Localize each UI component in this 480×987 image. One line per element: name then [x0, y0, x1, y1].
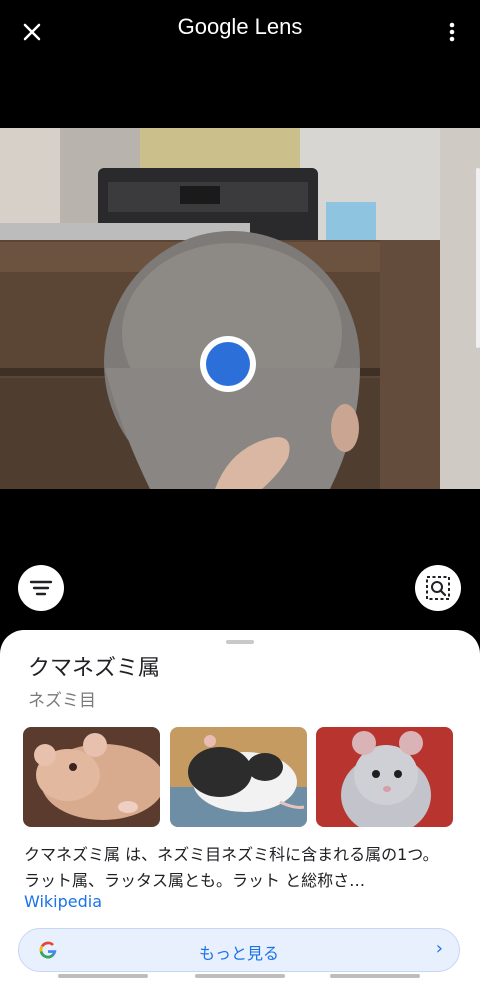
camera-viewport[interactable]	[0, 128, 480, 489]
result-title: クマネズミ属	[28, 656, 161, 681]
result-description: クマネズミ属 は、ネズミ目ネズミ科に含まれる属の1つ。ラット属、ラッタス属とも。…	[24, 845, 439, 890]
result-image-3[interactable]	[316, 727, 453, 827]
camera-image	[0, 128, 480, 489]
top-bar: Google Lens	[0, 0, 480, 64]
nav-pill-left[interactable]	[58, 974, 148, 978]
sheet-drag-handle[interactable]	[226, 640, 254, 644]
nav-pill-right[interactable]	[330, 974, 420, 978]
filter-button[interactable]	[18, 565, 64, 611]
search-shutter-button[interactable]	[200, 336, 256, 392]
more-vert-icon	[449, 22, 455, 42]
chevron-right-icon: ›	[435, 938, 443, 959]
result-image-1[interactable]	[23, 727, 160, 827]
more-options-button[interactable]	[442, 16, 462, 48]
results-sheet: クマネズミ属 ネズミ目 クマネズミ属 は、ネズミ目ネズミ科に含まれる属の1つ。ラ…	[0, 630, 480, 987]
nav-pill-center[interactable]	[195, 974, 285, 978]
rat-image	[170, 727, 307, 827]
search-region-icon	[426, 576, 450, 600]
result-image-2[interactable]	[170, 727, 307, 827]
source-link[interactable]: Wikipedia	[24, 892, 102, 911]
rat-image	[23, 727, 160, 827]
more-results-label: もっと見る	[198, 944, 279, 963]
result-subtitle: ネズミ目	[28, 691, 96, 711]
more-results-button[interactable]: もっと見る ›	[18, 928, 460, 972]
select-region-button[interactable]	[415, 565, 461, 611]
filter-icon	[29, 580, 53, 596]
system-nav-bar	[0, 970, 480, 987]
app-title: Google Lens	[177, 14, 303, 39]
rat-image	[316, 727, 453, 827]
